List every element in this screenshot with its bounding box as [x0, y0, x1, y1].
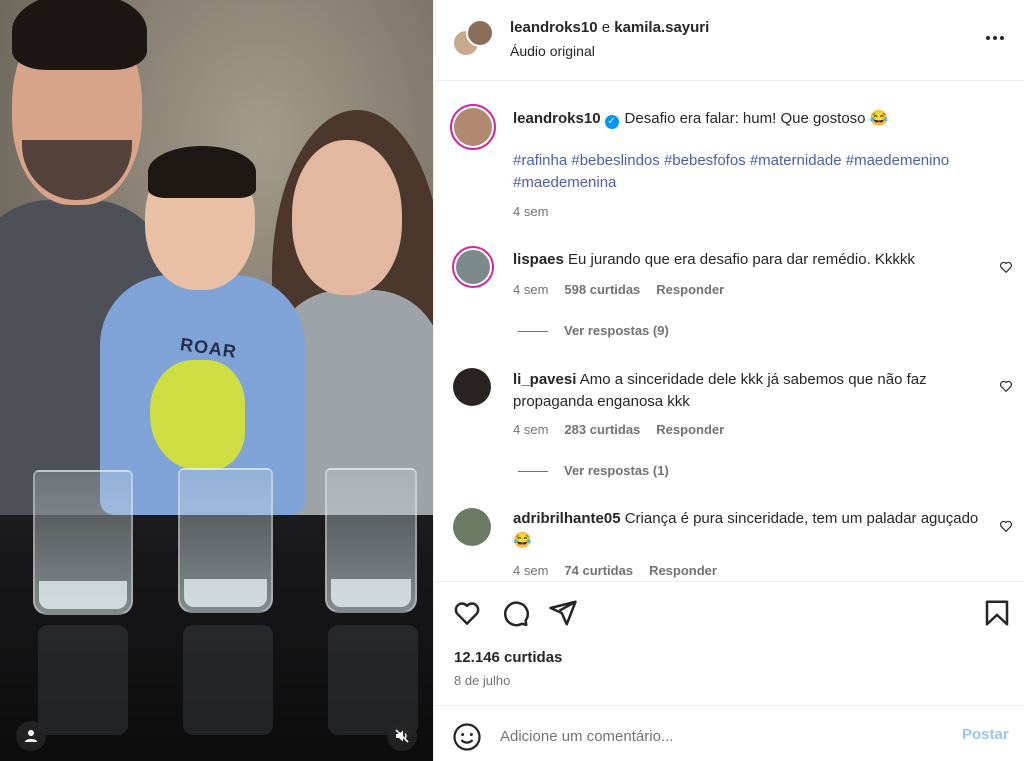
- comment-input[interactable]: [500, 724, 940, 748]
- comment-avatar[interactable]: [452, 246, 494, 288]
- post-actions: 12.146 curtidas 8 de julho: [434, 581, 1024, 705]
- reply-button[interactable]: Responder: [656, 282, 724, 297]
- like-comment-heart-icon[interactable]: [999, 519, 1013, 533]
- muted-speaker-icon: [395, 729, 409, 743]
- avatar-image: [454, 108, 492, 146]
- coauthor-username-link[interactable]: kamila.sayuri: [614, 19, 709, 36]
- post-media[interactable]: ROAR: [0, 0, 433, 761]
- woman-face: [292, 140, 402, 295]
- like-heart-icon[interactable]: [452, 598, 482, 628]
- comment-meta: 4 sem 598 curtidas Responder: [513, 282, 724, 297]
- glass: [33, 470, 133, 615]
- comment-composer: Postar: [434, 705, 1024, 761]
- caption-text: Desafio era falar: hum! Que gostoso 😂: [624, 110, 889, 127]
- view-replies-button[interactable]: Ver respostas (9): [518, 323, 669, 338]
- comment-text: Amo a sinceridade dele kkk já sabemos qu…: [513, 371, 927, 410]
- comment-avatar[interactable]: [453, 368, 491, 406]
- caption-avatar[interactable]: [450, 104, 496, 150]
- author-avatars[interactable]: [452, 19, 494, 59]
- caption: leandroks10 ✓ Desafio era falar: hum! Que …: [513, 108, 1003, 130]
- comment-time: 4 sem: [513, 282, 549, 297]
- dinosaur-print: [150, 360, 245, 470]
- comment-likes[interactable]: 74 curtidas: [564, 563, 633, 578]
- more-icon: [986, 36, 990, 40]
- more-options-button[interactable]: [982, 26, 1008, 50]
- likes-count[interactable]: 12.146 curtidas: [454, 649, 562, 666]
- view-replies-button[interactable]: Ver respostas (1): [518, 463, 669, 478]
- glass-reflection: [183, 625, 273, 735]
- avatar[interactable]: [466, 19, 494, 47]
- comment-meta: 4 sem 74 curtidas Responder: [513, 563, 717, 578]
- bookmark-icon[interactable]: [982, 598, 1012, 628]
- more-icon-dot: [993, 36, 997, 40]
- reply-button[interactable]: Responder: [656, 422, 724, 437]
- comment-time: 4 sem: [513, 563, 549, 578]
- glass: [178, 468, 273, 613]
- comment-text: Eu jurando que era desafio para dar remé…: [568, 251, 915, 268]
- view-replies-label: Ver respostas (1): [564, 463, 669, 478]
- comment-meta: 4 sem 283 curtidas Responder: [513, 422, 724, 437]
- caption-time: 4 sem: [513, 204, 549, 219]
- comment-bubble-icon[interactable]: [500, 598, 530, 628]
- comment-body: lispaes Eu jurando que era desafio para …: [513, 249, 973, 271]
- verified-badge-icon: ✓: [604, 115, 619, 129]
- like-comment-heart-icon[interactable]: [999, 260, 1013, 274]
- authors-connector: e: [601, 19, 611, 36]
- glass-reflection: [38, 625, 128, 735]
- mute-button[interactable]: [387, 721, 417, 751]
- caption-hashtags[interactable]: #rafinha #bebeslindos #bebesfofos #mater…: [513, 150, 1013, 194]
- share-send-icon[interactable]: [548, 598, 578, 628]
- child-hair: [148, 146, 256, 198]
- replies-divider: [518, 331, 548, 333]
- comment-time: 4 sem: [513, 422, 549, 437]
- more-icon-dot: [1000, 36, 1004, 40]
- comment-username[interactable]: lispaes: [513, 251, 564, 268]
- post-panel: leandroks10 e kamila.sayuri Áudio origin…: [433, 0, 1024, 761]
- comment-likes[interactable]: 283 curtidas: [564, 422, 640, 437]
- post-date[interactable]: 8 de julho: [454, 673, 510, 688]
- avatar-image: [456, 250, 490, 284]
- comment-likes[interactable]: 598 curtidas: [564, 282, 640, 297]
- comment-username[interactable]: li_pavesi: [513, 371, 576, 388]
- reply-button[interactable]: Responder: [649, 563, 717, 578]
- comment-body: li_pavesi Amo a sinceridade dele kkk já …: [513, 369, 983, 413]
- glass-reflection: [328, 625, 418, 735]
- glass: [325, 468, 417, 613]
- author-username-link[interactable]: leandroks10: [510, 19, 598, 36]
- tagged-users-button[interactable]: [16, 721, 46, 751]
- comment-body: adribrilhante05 Criança é pura sincerida…: [513, 508, 983, 552]
- replies-divider: [518, 471, 548, 473]
- emoji-icon[interactable]: [452, 722, 482, 752]
- like-comment-heart-icon[interactable]: [999, 379, 1013, 393]
- audio-link[interactable]: Áudio original: [510, 43, 595, 59]
- comment-avatar[interactable]: [453, 508, 491, 546]
- post-comment-button[interactable]: Postar: [962, 726, 1009, 743]
- comment-username[interactable]: adribrilhante05: [513, 510, 621, 527]
- view-replies-label: Ver respostas (9): [564, 323, 669, 338]
- authors: leandroks10 e kamila.sayuri: [510, 19, 709, 36]
- comments-list[interactable]: leandroks10 ✓ Desafio era falar: hum! Que …: [434, 82, 1024, 580]
- caption-username[interactable]: leandroks10: [513, 110, 601, 127]
- man-hair: [12, 0, 147, 70]
- user-icon: [25, 730, 37, 742]
- post-header: leandroks10 e kamila.sayuri Áudio origin…: [434, 0, 1024, 81]
